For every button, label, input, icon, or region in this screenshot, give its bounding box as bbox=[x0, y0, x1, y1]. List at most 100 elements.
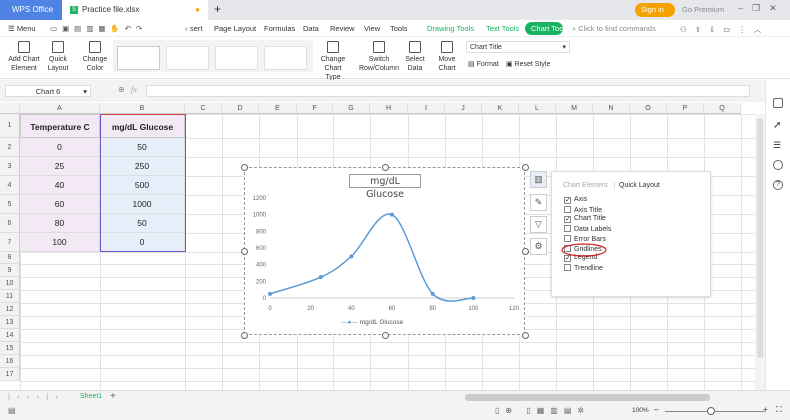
toolbar-right-icons[interactable]: ⚇⇪⇩▭⋮︿ bbox=[680, 24, 769, 35]
zoom-formula-icon[interactable]: ⊕ bbox=[118, 85, 125, 94]
sign-in-button[interactable]: Sign in bbox=[635, 3, 675, 17]
tab-text-tools[interactable]: Text Tools bbox=[486, 24, 519, 33]
help-icon[interactable]: ? bbox=[773, 180, 783, 190]
file-tab[interactable]: S Practice file.xlsx ● bbox=[62, 0, 208, 20]
panel-tab-quick-layout[interactable]: Quick Layout bbox=[614, 182, 660, 189]
row-header-16[interactable]: 16 bbox=[0, 355, 20, 368]
row-header-10[interactable]: 10 bbox=[0, 277, 20, 290]
fx-icon[interactable]: fx bbox=[131, 85, 137, 94]
row-header-12[interactable]: 12 bbox=[0, 303, 20, 316]
zoom-slider[interactable] bbox=[665, 411, 765, 412]
row-header-7[interactable]: 7 bbox=[0, 233, 20, 252]
tab-page-layout[interactable]: Page Layout bbox=[214, 24, 256, 33]
zoom-slider-thumb[interactable] bbox=[707, 407, 715, 415]
add-chart-element-button[interactable]: Add Chart Element bbox=[6, 41, 42, 73]
fullscreen-icon[interactable]: ⛶ bbox=[776, 405, 782, 415]
row-header-11[interactable]: 11 bbox=[0, 290, 20, 303]
cursor-icon[interactable]: ➚ bbox=[773, 120, 783, 131]
row-header-8[interactable]: 8 bbox=[0, 252, 20, 264]
resize-handle[interactable] bbox=[522, 332, 529, 339]
resize-handle[interactable] bbox=[522, 248, 529, 255]
window-controls[interactable]: –❐✕ bbox=[738, 3, 786, 14]
checkbox-chart-title[interactable]: ✓ Chart Title bbox=[564, 215, 606, 224]
settings-sliders-icon[interactable]: ☰ bbox=[773, 140, 783, 150]
formula-input[interactable] bbox=[146, 85, 750, 97]
table-cell[interactable]: 40 bbox=[20, 176, 100, 195]
column-header-J[interactable]: J bbox=[445, 103, 482, 114]
column-header-N[interactable]: N bbox=[593, 103, 630, 114]
column-header-F[interactable]: F bbox=[297, 103, 333, 114]
switch-row-column-button[interactable]: Switch Row/Column bbox=[358, 41, 400, 73]
select-icon[interactable] bbox=[773, 98, 783, 108]
chart-title[interactable]: mg/dL Glucose bbox=[349, 174, 421, 200]
chart-element-select[interactable]: Chart Title ▾ bbox=[466, 41, 570, 53]
tab-formulas[interactable]: Formulas bbox=[264, 24, 295, 33]
quick-access-toolbar[interactable]: ▭▣▤▥▦✋↶↷ bbox=[50, 24, 147, 33]
resize-handle[interactable] bbox=[241, 248, 248, 255]
new-tab-button[interactable]: + bbox=[214, 2, 221, 16]
column-header-B[interactable]: B bbox=[100, 103, 185, 114]
chart-style-2[interactable] bbox=[166, 46, 209, 70]
move-chart-button[interactable]: Move Chart bbox=[434, 41, 460, 73]
view-mode-icons[interactable]: ▯⊕ ▯▦▥▤✲ bbox=[495, 406, 590, 415]
zoom-in-button[interactable]: + bbox=[763, 405, 768, 414]
checkbox-axis[interactable]: ✓ Axis bbox=[564, 196, 587, 204]
tab-chart-tools[interactable]: Chart Tools bbox=[525, 22, 563, 35]
row-header-2[interactable]: 2 bbox=[0, 138, 20, 157]
horizontal-scrollbar[interactable] bbox=[465, 394, 710, 401]
column-header-H[interactable]: H bbox=[370, 103, 408, 114]
macro-icon[interactable]: ▤ bbox=[8, 406, 16, 415]
vertical-scrollbar[interactable] bbox=[755, 114, 765, 390]
checkbox-axis-title[interactable]: Axis Title bbox=[564, 205, 602, 214]
column-header-Q[interactable]: Q bbox=[704, 103, 741, 114]
tab-review[interactable]: Review bbox=[330, 24, 355, 33]
go-premium-button[interactable]: Go Premium bbox=[682, 5, 724, 14]
row-header-17[interactable]: 17 bbox=[0, 368, 20, 381]
add-sheet-button[interactable]: + bbox=[110, 391, 116, 402]
row-header-4[interactable]: 4 bbox=[0, 176, 20, 195]
chart-filter-tool[interactable]: ▽ bbox=[530, 216, 547, 233]
row-header-13[interactable]: 13 bbox=[0, 316, 20, 329]
checkbox-trendline[interactable]: Trendline bbox=[564, 263, 603, 272]
zoom-level[interactable]: 100% bbox=[632, 407, 649, 414]
change-color-button[interactable]: Change Color bbox=[80, 41, 110, 73]
column-header-G[interactable]: G bbox=[333, 103, 370, 114]
row-header-6[interactable]: 6 bbox=[0, 214, 20, 233]
tab-data[interactable]: Data bbox=[303, 24, 319, 33]
quick-layout-button[interactable]: Quick Layout bbox=[44, 41, 72, 73]
column-header-K[interactable]: K bbox=[482, 103, 519, 114]
row-header-5[interactable]: 5 bbox=[0, 195, 20, 214]
reset-style-button[interactable]: ▣ Reset Style bbox=[506, 60, 550, 68]
select-all-corner[interactable] bbox=[0, 103, 20, 114]
row-header-14[interactable]: 14 bbox=[0, 329, 20, 342]
change-chart-type-button[interactable]: Change Chart Type bbox=[316, 41, 350, 82]
chart-elements-tool[interactable]: ▥ bbox=[530, 171, 547, 188]
column-header-A[interactable]: A bbox=[20, 103, 100, 114]
column-header-L[interactable]: L bbox=[519, 103, 556, 114]
table-cell[interactable]: 0 bbox=[20, 138, 100, 157]
chart-style-4[interactable] bbox=[264, 46, 307, 70]
chart-style-3[interactable] bbox=[215, 46, 258, 70]
history-icon[interactable] bbox=[773, 160, 783, 170]
row-header-1[interactable]: 1 bbox=[0, 114, 20, 138]
resize-handle[interactable] bbox=[522, 164, 529, 171]
column-header-D[interactable]: D bbox=[222, 103, 259, 114]
row-header-9[interactable]: 9 bbox=[0, 264, 20, 277]
name-box[interactable]: Chart 6 ▾ bbox=[5, 85, 91, 97]
table-cell[interactable]: 60 bbox=[20, 195, 100, 214]
sheet-nav-arrows[interactable]: |‹‹›|› bbox=[8, 392, 65, 401]
column-header-M[interactable]: M bbox=[556, 103, 593, 114]
select-data-button[interactable]: Select Data bbox=[403, 41, 427, 73]
wps-office-tab[interactable]: WPS Office bbox=[0, 0, 62, 20]
panel-tab-chart-element[interactable]: Chart Element bbox=[563, 182, 608, 189]
scroll-left-icon[interactable]: ‹ bbox=[185, 24, 188, 33]
chart-legend[interactable]: —●— mg/dL Glucose bbox=[341, 319, 403, 326]
table-cell[interactable]: 25 bbox=[20, 157, 100, 176]
tab-view[interactable]: View bbox=[364, 24, 380, 33]
chart-settings-tool[interactable]: ⚙ bbox=[530, 238, 547, 255]
resize-handle[interactable] bbox=[382, 332, 389, 339]
row-header-3[interactable]: 3 bbox=[0, 157, 20, 176]
format-button[interactable]: ▤ Format bbox=[468, 60, 499, 68]
chart-style-1[interactable] bbox=[117, 46, 160, 70]
tab-drawing-tools[interactable]: Drawing Tools bbox=[427, 24, 474, 33]
